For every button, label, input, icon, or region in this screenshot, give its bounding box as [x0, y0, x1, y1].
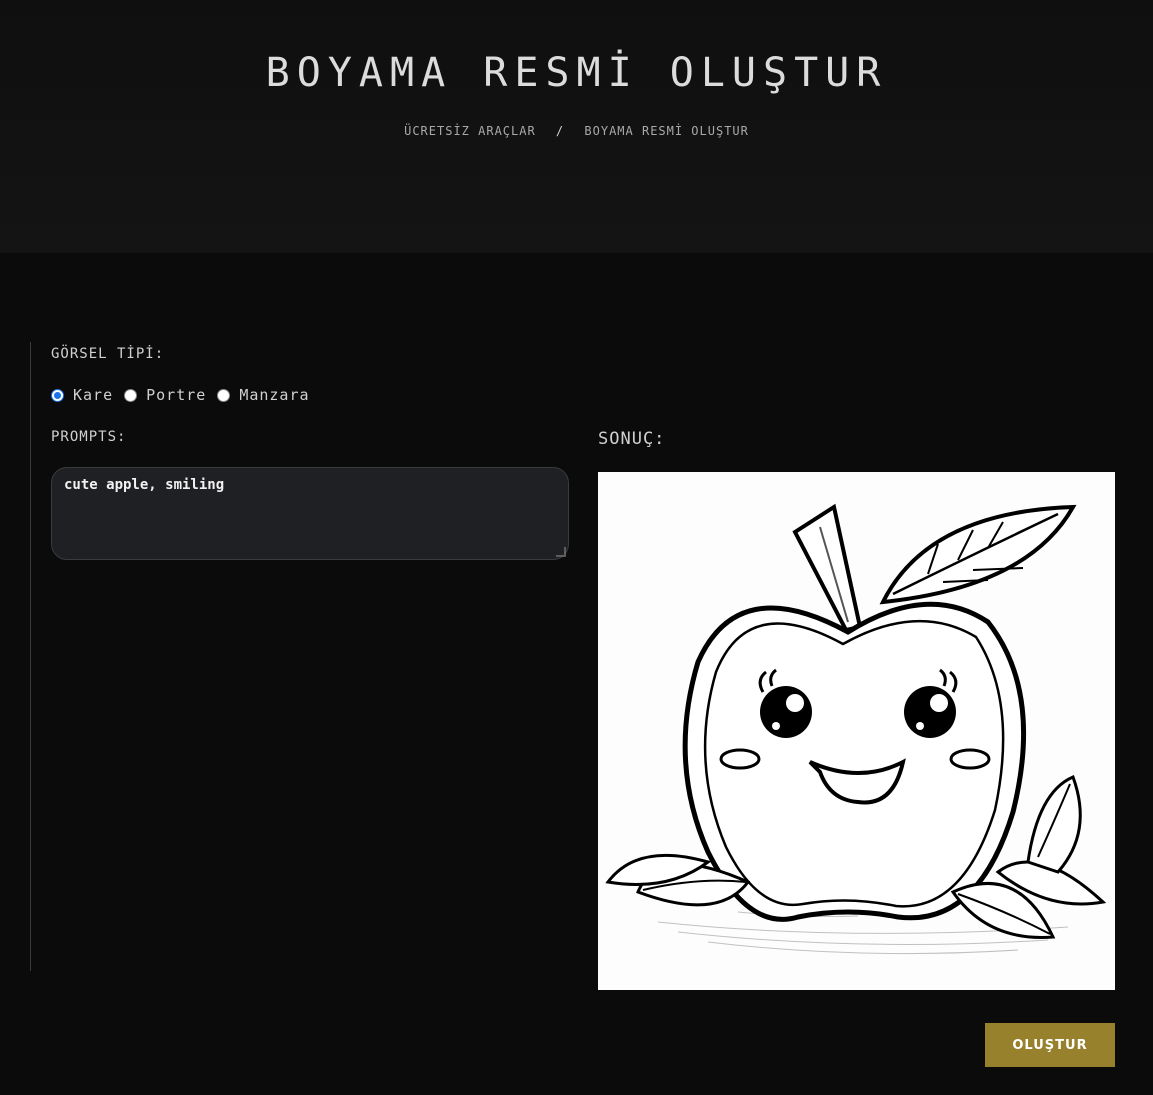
prompt-textarea[interactable]: cute apple, smiling: [51, 467, 569, 560]
breadcrumb-current: BOYAMA RESMİ OLUŞTUR: [584, 124, 749, 138]
image-type-label: GÖRSEL TİPİ:: [51, 346, 165, 362]
result-label: SONUÇ:: [598, 429, 666, 449]
prompts-label: PROMPTS:: [51, 429, 127, 445]
radio-landscape[interactable]: [217, 388, 231, 402]
radio-option-square[interactable]: Kare: [51, 386, 113, 404]
radio-landscape-label: Manzara: [239, 386, 310, 404]
breadcrumb-separator: /: [555, 124, 565, 138]
image-type-radio-group: Kare Portre Manzara: [51, 386, 321, 404]
page-title: BOYAMA RESMİ OLUŞTUR: [265, 50, 888, 96]
radio-portrait[interactable]: [124, 388, 138, 402]
form-panel: GÖRSEL TİPİ: Kare Portre Manzara PROMPTS…: [30, 342, 576, 971]
breadcrumb-home-link[interactable]: ÜCRETSİZ ARAÇLAR: [404, 124, 536, 138]
resize-handle-icon[interactable]: [556, 547, 566, 557]
prompt-text: cute apple, smiling: [64, 477, 225, 493]
submit-button[interactable]: OLUŞTUR: [985, 1023, 1115, 1067]
radio-square-label: Kare: [73, 386, 114, 404]
radio-option-portrait[interactable]: Portre: [124, 386, 206, 404]
result-image: [598, 472, 1115, 990]
radio-square[interactable]: [51, 388, 64, 402]
page-header: BOYAMA RESMİ OLUŞTUR ÜCRETSİZ ARAÇLAR / …: [0, 0, 1153, 253]
apple-coloring-page-icon: [605, 503, 1107, 955]
radio-portrait-label: Portre: [146, 386, 207, 404]
radio-option-landscape[interactable]: Manzara: [217, 386, 309, 404]
breadcrumb: ÜCRETSİZ ARAÇLAR / BOYAMA RESMİ OLUŞTUR: [0, 124, 1153, 138]
